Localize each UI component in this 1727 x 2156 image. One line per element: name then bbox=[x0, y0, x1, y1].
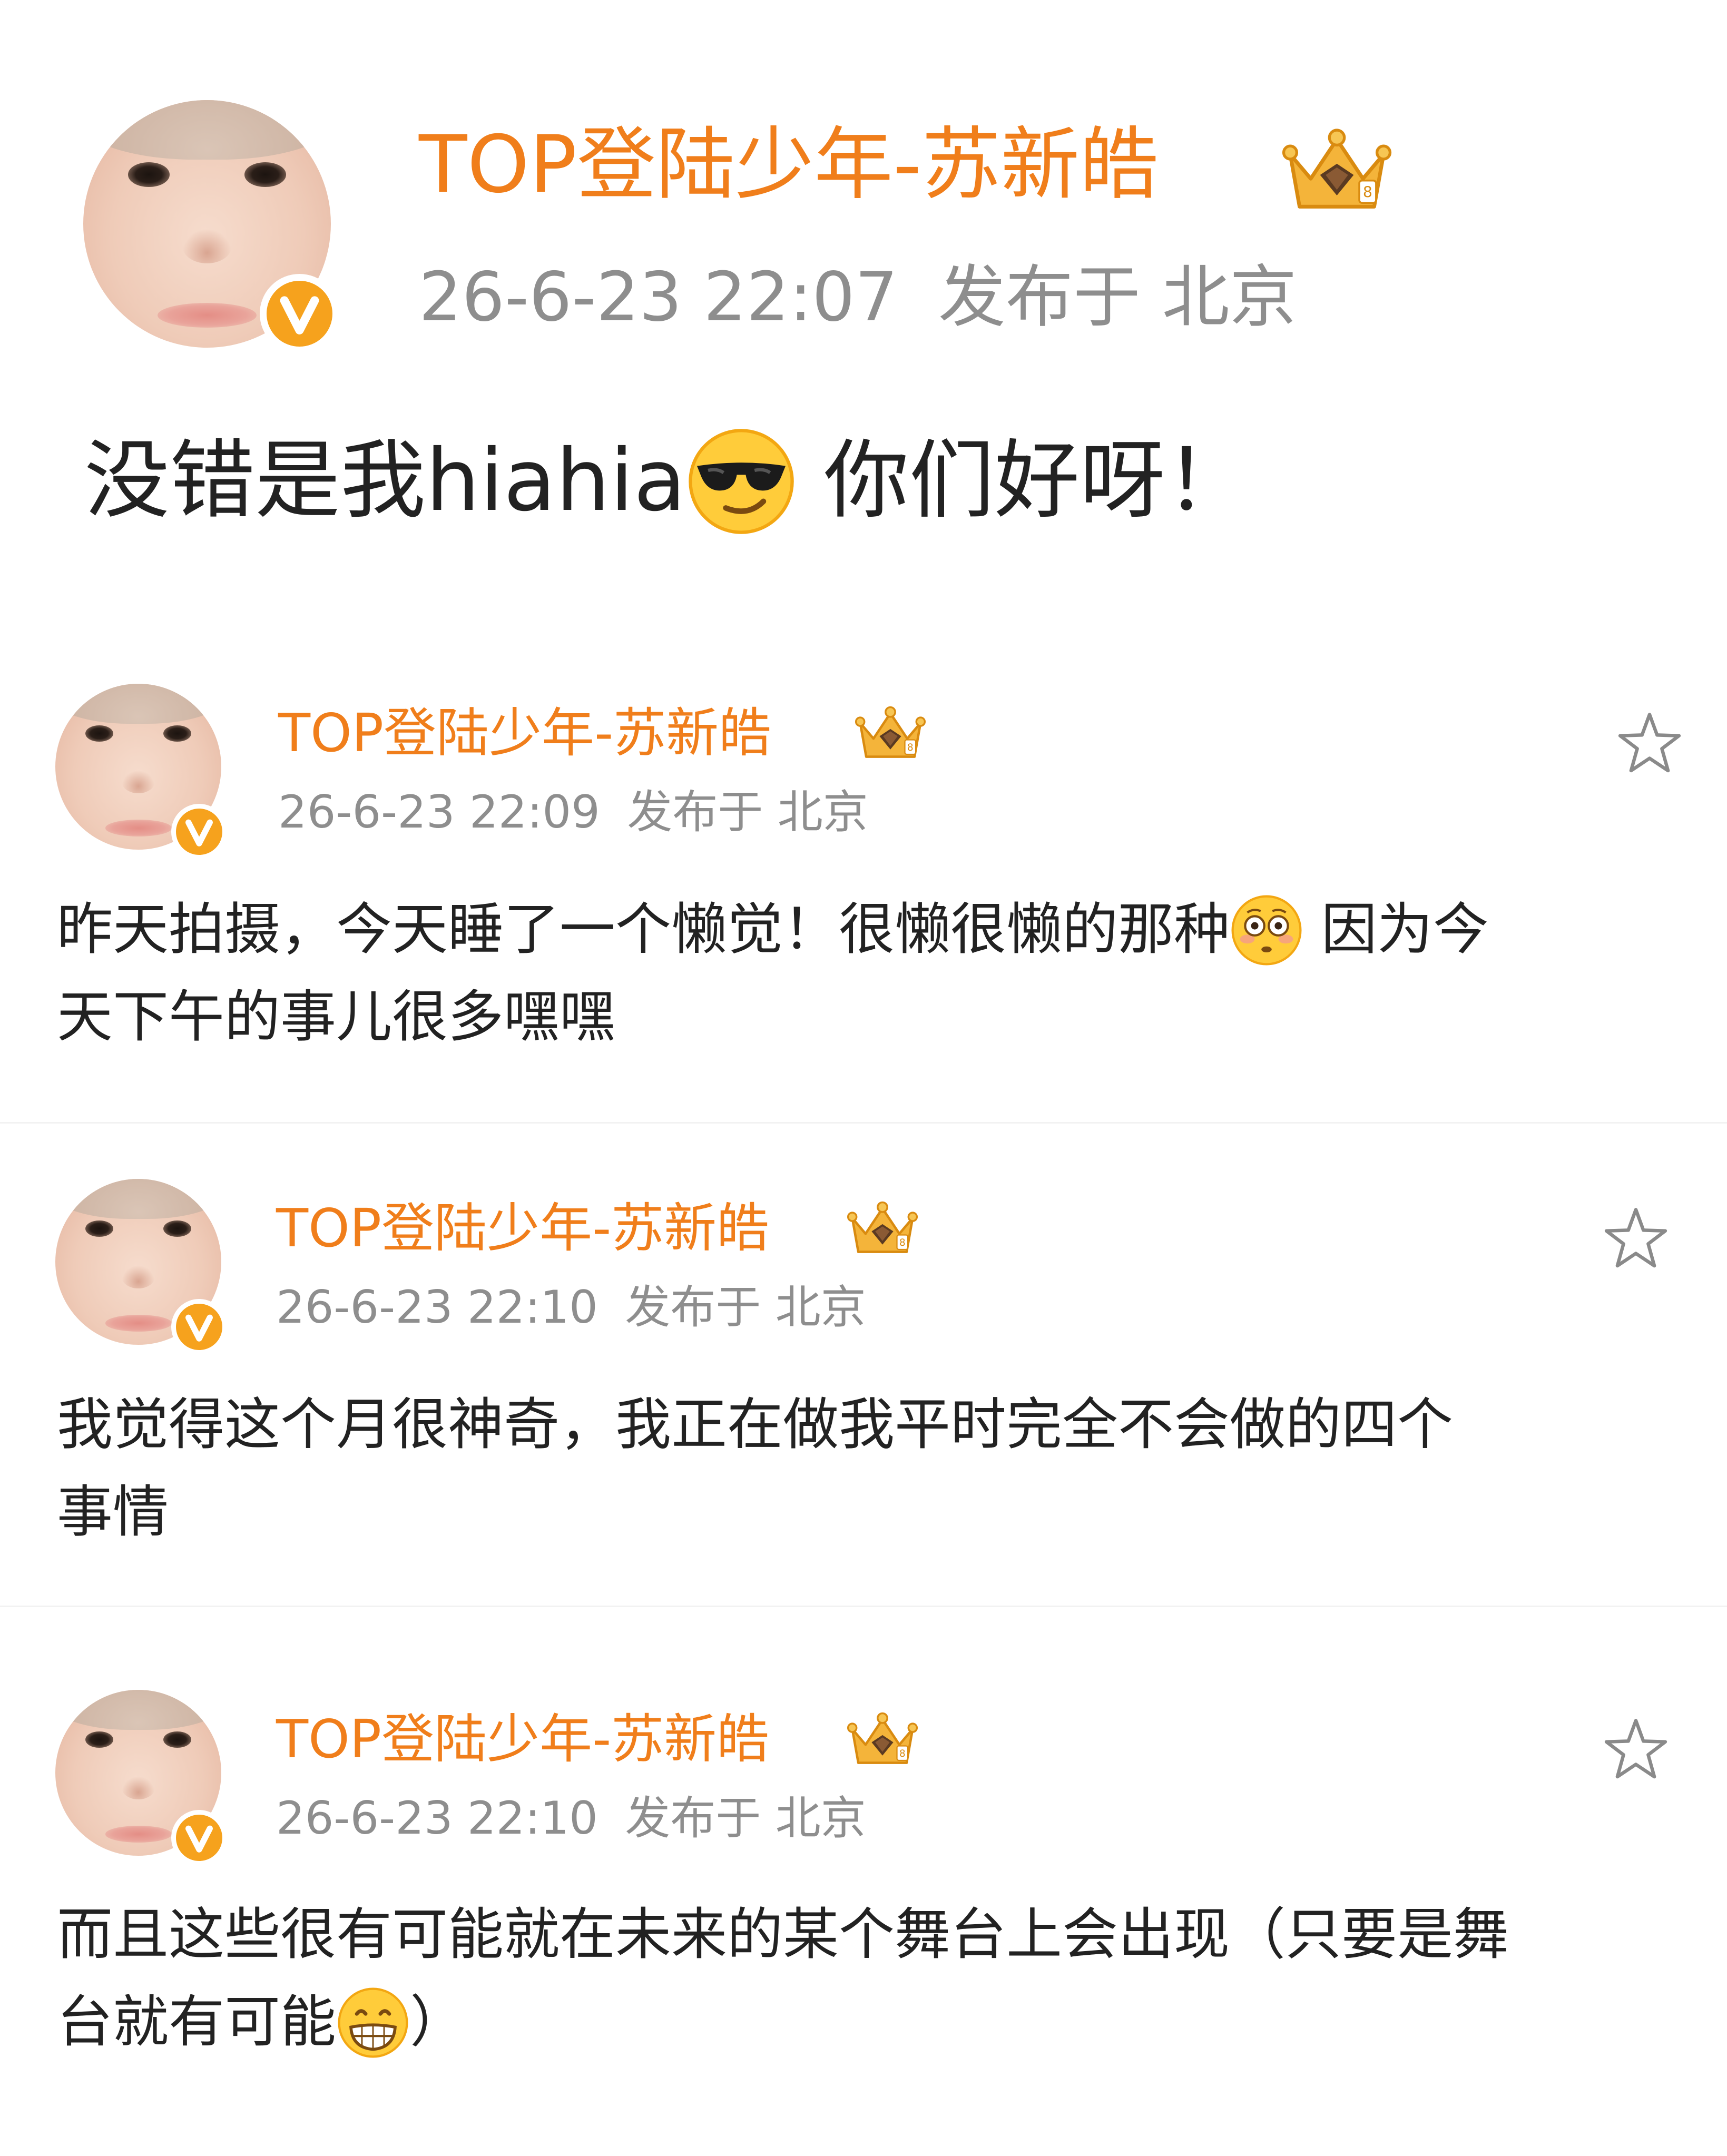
weibo-post-main: TOP登陆少年-苏新皓 8 26-6-23 22:07 发布于 北京 没错是我hi… bbox=[0, 0, 1727, 574]
flushed-emoji bbox=[1230, 893, 1303, 967]
author-name[interactable]: TOP登陆少年-苏新皓 bbox=[419, 120, 1159, 210]
post-time: 26-6-23 22:10 bbox=[276, 1792, 598, 1845]
post-text-line: 昨天拍摄，今天睡了一个懒觉！很懒很懒的那种 因为今 bbox=[57, 886, 1489, 973]
avatar[interactable] bbox=[55, 684, 227, 860]
post-text: 我觉得这个月很神奇，我正在做我平时完全不会做的四个 事情 bbox=[57, 1381, 1453, 1556]
post-meta: 26-6-23 22:07 发布于 北京 bbox=[419, 258, 1297, 337]
post-text-a: 台就有可能 bbox=[57, 1990, 336, 2054]
post-text: 而且这些很有可能就在未来的某个舞台上会出现（只要是舞 台就有可能 ） bbox=[57, 1891, 1509, 2066]
post-text-a: 昨天拍摄，今天睡了一个懒觉！很懒很懒的那种 bbox=[57, 897, 1230, 962]
author-name[interactable]: TOP登陆少年-苏新皓 bbox=[278, 702, 771, 765]
weibo-post: TOP登陆少年-苏新皓 8 26-6-23 22:10 发布于 北京 而且这些很有… bbox=[0, 1680, 1727, 2156]
post-location: 发布于 北京 bbox=[625, 1281, 866, 1334]
post-meta: 26-6-23 22:10 发布于 北京 bbox=[276, 1792, 866, 1845]
post-time: 26-6-23 22:10 bbox=[276, 1281, 598, 1334]
crown-icon: 8 bbox=[846, 1711, 919, 1769]
post-text-b: 你们好呀！ bbox=[796, 431, 1251, 530]
author-name[interactable]: TOP登陆少年-苏新皓 bbox=[276, 1708, 769, 1771]
grinning-emoji bbox=[336, 1986, 410, 2060]
post-meta: 26-6-23 22:09 发布于 北京 bbox=[278, 786, 868, 839]
sunglasses-emoji bbox=[686, 426, 797, 537]
divider bbox=[0, 1606, 1727, 1607]
weibo-post: TOP登陆少年-苏新皓 8 26-6-23 22:10 发布于 北京 我觉得这个月… bbox=[0, 1169, 1727, 1591]
post-text-line: 我觉得这个月很神奇，我正在做我平时完全不会做的四个 bbox=[57, 1392, 1453, 1457]
post-text-b: 因为今 bbox=[1303, 897, 1489, 962]
svg-text:8: 8 bbox=[907, 742, 914, 753]
post-location: 发布于 北京 bbox=[625, 1792, 866, 1845]
svg-text:8: 8 bbox=[899, 1748, 906, 1759]
post-text: 没错是我hiahia 你们好呀！ bbox=[84, 429, 1251, 542]
svg-text:8: 8 bbox=[899, 1237, 906, 1248]
verified-badge-icon bbox=[260, 274, 339, 353]
verified-badge-icon bbox=[171, 1810, 227, 1866]
post-text-line: 事情 bbox=[57, 1480, 169, 1544]
favorite-star-icon[interactable] bbox=[1615, 709, 1684, 777]
avatar[interactable] bbox=[55, 1179, 227, 1355]
post-location: 发布于 北京 bbox=[938, 258, 1297, 337]
post-time: 26-6-23 22:07 bbox=[419, 258, 898, 337]
avatar[interactable] bbox=[55, 1690, 227, 1866]
post-location: 发布于 北京 bbox=[627, 786, 868, 839]
weibo-post: TOP登陆少年-苏新皓 8 26-6-23 22:09 发布于 北京 昨天拍摄，今… bbox=[0, 674, 1727, 1138]
post-text-line: 台就有可能 ） bbox=[57, 1978, 1509, 2066]
favorite-star-icon[interactable] bbox=[1602, 1204, 1670, 1273]
favorite-star-icon[interactable] bbox=[1602, 1715, 1670, 1784]
divider bbox=[0, 1122, 1727, 1124]
post-meta: 26-6-23 22:10 发布于 北京 bbox=[276, 1281, 866, 1334]
post-text-line: 而且这些很有可能就在未来的某个舞台上会出现（只要是舞 bbox=[57, 1902, 1509, 1967]
svg-text:8: 8 bbox=[1363, 184, 1372, 201]
author-name[interactable]: TOP登陆少年-苏新皓 bbox=[276, 1197, 769, 1260]
avatar[interactable] bbox=[83, 100, 339, 353]
post-text-line: 天下午的事儿很多嘿嘿 bbox=[57, 985, 615, 1049]
crown-icon: 8 bbox=[846, 1200, 919, 1258]
post-time: 26-6-23 22:09 bbox=[278, 786, 600, 839]
post-text: 昨天拍摄，今天睡了一个懒觉！很懒很懒的那种 因为今 天下午的事儿很多嘿嘿 bbox=[57, 886, 1489, 1061]
divider bbox=[0, 577, 1727, 579]
crown-icon: 8 bbox=[853, 705, 927, 763]
verified-badge-icon bbox=[171, 804, 227, 860]
post-text-b: ） bbox=[410, 1990, 466, 2054]
verified-badge-icon bbox=[171, 1299, 227, 1355]
post-text-a: 没错是我hiahia bbox=[84, 431, 686, 530]
crown-icon: 8 bbox=[1280, 126, 1394, 216]
